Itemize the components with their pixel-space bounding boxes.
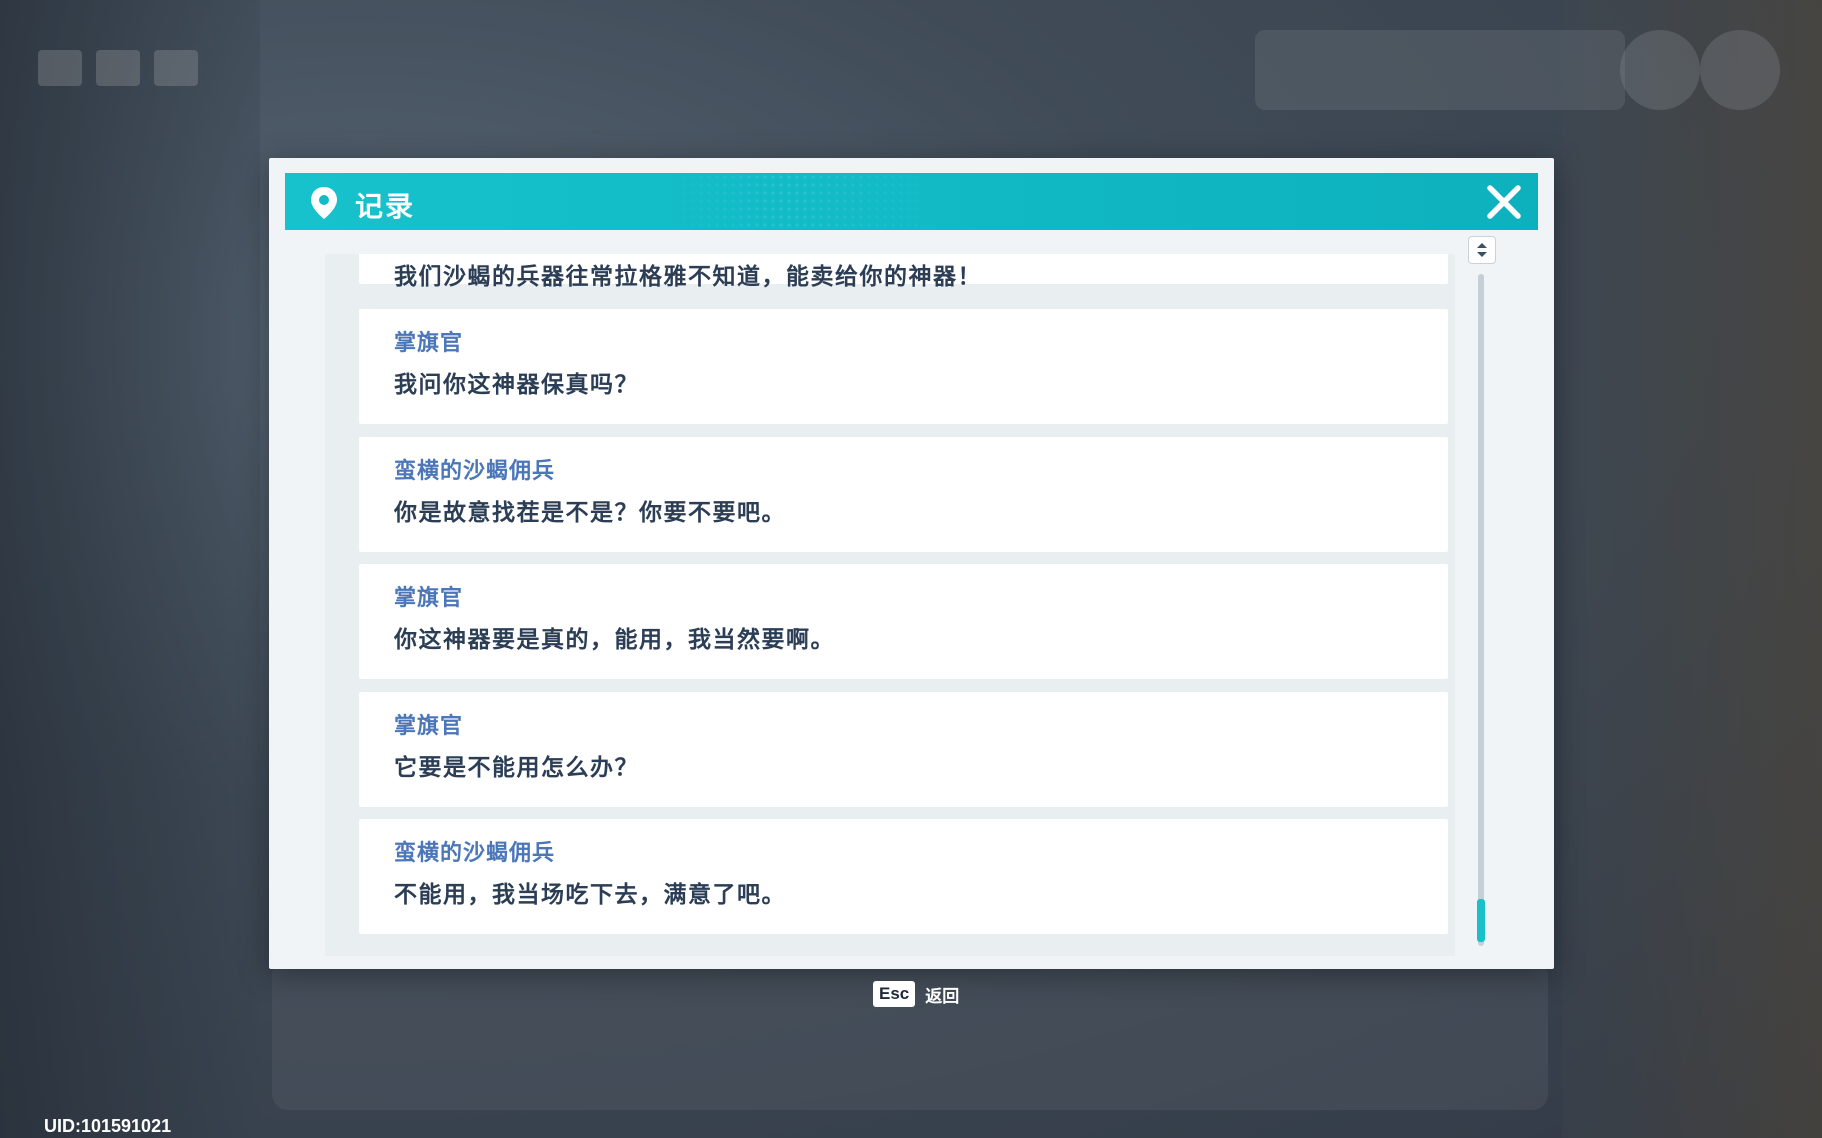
speaker-name: 掌旗官: [394, 586, 464, 611]
dialogue-log-window: 记录 我们沙蝎的兵器往常拉格雅不知道，能卖给你的神器！ 掌旗官 我问你这神器保真…: [269, 158, 1554, 969]
dialogue-log-list[interactable]: 我们沙蝎的兵器往常拉格雅不知道，能卖给你的神器！ 掌旗官 我问你这神器保真吗？ …: [325, 254, 1455, 956]
speaker-name: 掌旗官: [394, 331, 464, 356]
player-uid: UID:101591021: [44, 1116, 172, 1136]
dialog-header: 记录: [285, 173, 1538, 230]
location-pin-icon: [311, 187, 337, 219]
log-line: 它要是不能用怎么办？: [394, 755, 639, 781]
close-icon[interactable]: [1484, 182, 1524, 222]
scrollbar-track[interactable]: [1478, 274, 1484, 946]
log-entry: 掌旗官 你这神器要是真的，能用，我当然要啊。: [359, 564, 1448, 679]
log-line: 你这神器要是真的，能用，我当然要啊。: [394, 627, 835, 653]
log-line: 你是故意找茬是不是？你要不要吧。: [394, 500, 786, 526]
log-entry-partial: 我们沙蝎的兵器往常拉格雅不知道，能卖给你的神器！: [359, 254, 1448, 290]
speaker-name: 蛮横的沙蝎佣兵: [394, 841, 556, 866]
scrollbar-thumb[interactable]: [1477, 899, 1485, 942]
esc-key-badge[interactable]: Esc: [873, 981, 916, 1007]
sort-arrows-icon[interactable]: [1468, 236, 1496, 264]
log-line: 我问你这神器保真吗？: [394, 372, 639, 398]
return-label[interactable]: 返回: [925, 982, 959, 1007]
log-entry: 蛮横的沙蝎佣兵 你是故意找茬是不是？你要不要吧。: [359, 437, 1448, 552]
esc-return-hint[interactable]: Esc 返回: [873, 981, 959, 1007]
dialog-title: 记录: [355, 190, 416, 223]
log-entry: 掌旗官 它要是不能用怎么办？: [359, 692, 1448, 807]
header-pattern: [665, 173, 965, 230]
log-entry: 掌旗官 我问你这神器保真吗？: [359, 309, 1448, 424]
speaker-name: 蛮横的沙蝎佣兵: [394, 459, 556, 484]
speaker-name: 掌旗官: [394, 714, 464, 739]
sort-arrows-icon-glyph: [1477, 243, 1487, 257]
log-line: 我们沙蝎的兵器往常拉格雅不知道，能卖给你的神器！: [394, 264, 982, 290]
log-line: 不能用，我当场吃下去，满意了吧。: [394, 882, 786, 908]
log-entry: 蛮横的沙蝎佣兵 不能用，我当场吃下去，满意了吧。: [359, 819, 1448, 934]
